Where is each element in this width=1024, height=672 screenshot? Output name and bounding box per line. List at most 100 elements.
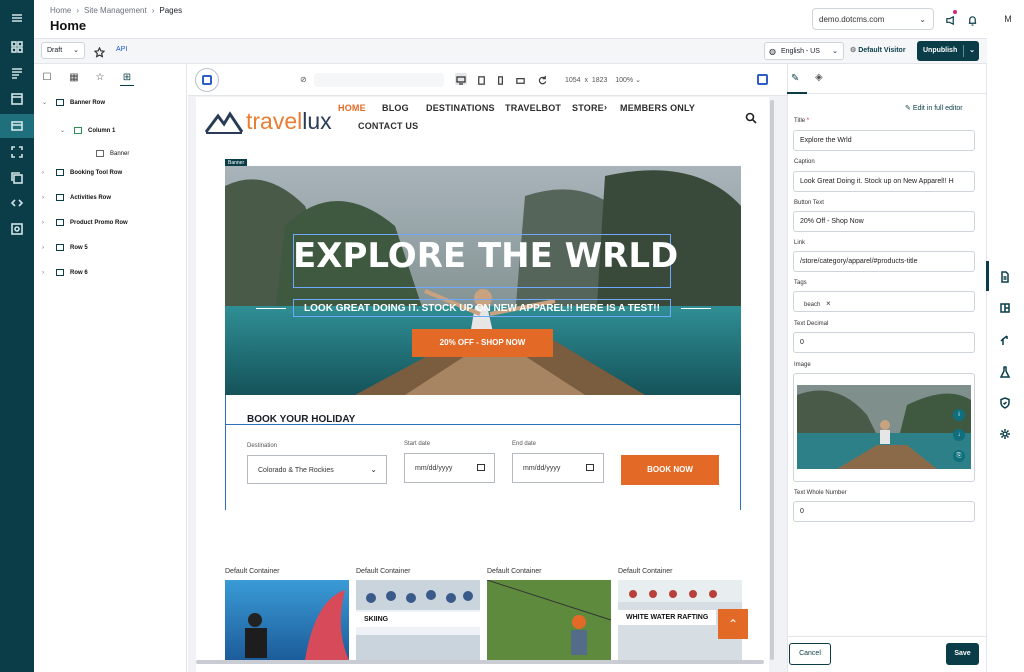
calendar-icon[interactable] (586, 464, 594, 471)
branch-icon[interactable] (999, 333, 1013, 347)
tree-row-product-promo[interactable]: › Product Promo Row (42, 219, 128, 226)
dashboard-icon[interactable] (8, 38, 26, 56)
calendar-icon[interactable] (477, 464, 485, 471)
link-input[interactable]: /store/category/apparel/#products-title (793, 251, 975, 272)
book-now-button[interactable]: BOOK NOW (621, 455, 719, 485)
tree-row-row-6[interactable]: › Row 6 (42, 269, 88, 276)
chevron-right-icon[interactable]: › (42, 270, 56, 276)
status-dropdown[interactable]: Draft ⌄ (41, 42, 85, 59)
shield-icon[interactable] (999, 396, 1013, 410)
tree-square-tab-icon[interactable]: ☐ (40, 72, 54, 86)
banner-shop-button[interactable]: 20% OFF - SHOP NOW (412, 329, 553, 357)
download-icon[interactable]: ↓ (953, 429, 965, 441)
nav-contact-us[interactable]: CONTACT US (358, 121, 418, 131)
chevron-right-icon[interactable]: › (42, 245, 56, 251)
chevron-right-icon[interactable]: › (42, 170, 56, 176)
layout-icon[interactable] (999, 301, 1013, 315)
site-icon[interactable] (0, 114, 34, 138)
copy-icon[interactable]: ⎘ (953, 450, 965, 462)
gear-icon[interactable] (999, 427, 1013, 441)
nav-blog[interactable]: BLOG (382, 103, 409, 113)
start-date-input[interactable]: mm/dd/yyyy (404, 453, 495, 483)
chevron-down-icon[interactable]: ⌄ (60, 127, 74, 134)
url-input[interactable] (314, 73, 444, 87)
nav-destinations[interactable]: DESTINATIONS (426, 103, 495, 113)
tree-row-banner-row[interactable]: ⌄ Banner Row (42, 99, 105, 106)
tree-row-row-5[interactable]: › Row 5 (42, 244, 88, 251)
menu-icon[interactable] (8, 9, 26, 27)
target-icon[interactable] (8, 143, 26, 161)
search-icon[interactable] (745, 111, 757, 129)
tree-row-booking[interactable]: › Booking Tool Row (42, 169, 122, 176)
announcement-icon[interactable] (945, 10, 957, 31)
breadcrumb-site-management[interactable]: Site Management (84, 6, 147, 15)
desktop-icon[interactable] (455, 73, 467, 85)
info-icon[interactable]: i (953, 409, 965, 421)
avatar[interactable]: M (999, 10, 1017, 28)
tree-row-banner[interactable]: Banner (96, 150, 129, 157)
tree-layout-tab-icon[interactable]: ⊞ (120, 72, 134, 86)
browser-icon[interactable] (8, 90, 26, 108)
copy-icon[interactable] (8, 169, 26, 187)
image-thumbnail[interactable] (797, 385, 971, 469)
device-switch-icon[interactable] (515, 73, 526, 91)
banner-title[interactable]: EXPLORE THE WRLD (293, 236, 678, 276)
palette-icon[interactable]: ◈ (815, 72, 823, 83)
document-icon[interactable] (999, 270, 1013, 284)
api-link[interactable]: API (116, 46, 127, 53)
end-date-input[interactable]: mm/dd/yyyy (512, 453, 604, 483)
tablet-icon[interactable] (476, 73, 487, 91)
breadcrumb-home[interactable]: Home (50, 6, 71, 15)
site-selector[interactable]: demo.dotcms.com ⌄ (812, 8, 934, 30)
skiing-tile[interactable]: SKIING (356, 580, 480, 660)
zoom-level[interactable]: 100% (615, 77, 633, 84)
link-icon[interactable]: ⊘ (300, 75, 307, 84)
tree-row-column-1[interactable]: ⌄ Column 1 (60, 127, 115, 134)
button-text-input[interactable]: 20% Off - Shop Now (793, 211, 975, 232)
chevron-down-icon[interactable]: ⌄ (42, 99, 56, 106)
vertical-scrollbar[interactable] (770, 100, 774, 660)
nav-travelbot[interactable]: TRAVELBOT (505, 103, 561, 113)
edit-tab[interactable]: ✎ (787, 64, 807, 94)
mobile-icon[interactable] (495, 73, 506, 91)
chevron-right-icon[interactable]: › (42, 220, 56, 226)
chevron-down-icon[interactable]: ⌄ (969, 46, 975, 54)
edit-full-editor-link[interactable]: ✎ Edit in full editor (905, 104, 963, 112)
tree-grid-tab-icon[interactable]: ▦ (67, 72, 81, 86)
code-icon[interactable] (8, 194, 26, 212)
sidebar-toggle-icon[interactable] (757, 74, 768, 85)
text-whole-number-input[interactable]: 0 (793, 501, 975, 522)
scroll-up-button[interactable]: ⌃ (718, 609, 748, 639)
save-button[interactable]: Save (946, 643, 979, 665)
banner-subtitle[interactable]: LOOK GREAT DOING IT. STOCK UP ON NEW APP… (293, 299, 671, 317)
content-icon[interactable] (8, 64, 26, 82)
bell-icon[interactable] (967, 13, 978, 31)
star-icon[interactable] (93, 45, 106, 63)
title-input[interactable]: Explore the Wrld (793, 130, 975, 151)
breadcrumb-pages[interactable]: Pages (159, 6, 182, 15)
zipline-tile[interactable] (487, 580, 611, 660)
rotate-icon[interactable] (537, 73, 548, 91)
panel-toggle-button[interactable] (195, 68, 219, 92)
visitor-selector[interactable]: ⚙ Default Visitor (850, 46, 906, 54)
settings-box-icon[interactable] (8, 220, 26, 238)
chevron-right-icon[interactable]: › (42, 195, 56, 201)
tree-row-activities[interactable]: › Activities Row (42, 194, 111, 201)
nav-members-only[interactable]: MEMBERS ONLY (620, 103, 695, 113)
caption-input[interactable]: Look Great Doing it. Stock up on New App… (793, 171, 975, 192)
flask-icon[interactable] (999, 365, 1013, 379)
destination-select[interactable]: Colorado & The Rockies ⌄ (247, 455, 387, 484)
cancel-button[interactable]: Cancel (789, 643, 831, 665)
unpublish-button[interactable]: Unpublish ⌄ (917, 41, 979, 61)
viewport-height[interactable]: 1823 (592, 77, 608, 84)
nav-store[interactable]: STORE (572, 103, 604, 113)
language-selector[interactable]: ◍ English - US ⌄ (764, 42, 844, 60)
nav-home[interactable]: HOME (338, 103, 366, 113)
diving-tile[interactable] (225, 580, 349, 660)
text-decimal-input[interactable]: 0 (793, 332, 975, 353)
horizontal-scrollbar[interactable] (196, 660, 764, 664)
viewport-width[interactable]: 1054 (565, 77, 581, 84)
tree-star-tab-icon[interactable]: ☆ (93, 72, 107, 86)
travellux-logo[interactable] (204, 110, 244, 139)
close-icon[interactable]: × (826, 299, 831, 308)
